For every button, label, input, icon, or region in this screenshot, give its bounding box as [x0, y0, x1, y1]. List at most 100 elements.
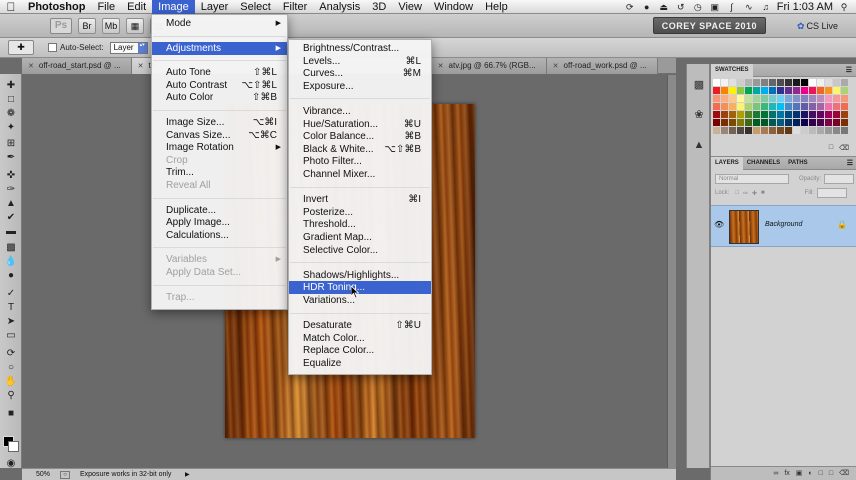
- swatch-color[interactable]: [841, 119, 848, 126]
- close-tab-icon[interactable]: ✕: [438, 63, 444, 70]
- display-icon[interactable]: ▣: [709, 2, 721, 12]
- layer-style-icon[interactable]: fx: [784, 467, 789, 480]
- swatch-color[interactable]: [753, 87, 760, 94]
- lock-position-icon[interactable]: ✚: [752, 190, 757, 197]
- swatch-color[interactable]: [737, 103, 744, 110]
- swatch-color[interactable]: [721, 87, 728, 94]
- shape-tool-icon[interactable]: ▭: [4, 330, 18, 342]
- 3d-rotate-tool-icon[interactable]: ⟳: [4, 348, 18, 360]
- swatch-color[interactable]: [761, 87, 768, 94]
- volume-icon[interactable]: ♫: [760, 2, 772, 12]
- swatch-color[interactable]: [785, 111, 792, 118]
- apple-menu-icon[interactable]: : [0, 0, 22, 14]
- swatch-color[interactable]: [817, 127, 824, 134]
- swatch-color[interactable]: [801, 87, 808, 94]
- swatch-color[interactable]: [713, 95, 720, 102]
- menu-item-duplicate[interactable]: Duplicate...: [152, 204, 287, 217]
- menu-item-selective-color[interactable]: Selective Color...: [289, 244, 431, 257]
- brush-presets-icon[interactable]: ❀: [692, 108, 706, 122]
- lock-pixels-icon[interactable]: ✑: [743, 190, 748, 197]
- swatch-color[interactable]: [801, 103, 808, 110]
- blur-tool-icon[interactable]: 💧: [4, 256, 18, 268]
- panel-menu-icon[interactable]: ☰: [846, 66, 852, 74]
- swatch-color[interactable]: [721, 79, 728, 86]
- swatch-color[interactable]: [769, 127, 776, 134]
- paw-icon[interactable]: ●: [641, 2, 653, 12]
- swatch-color[interactable]: [833, 119, 840, 126]
- menu-item-canvas-size[interactable]: Canvas Size... ⌥⌘C: [152, 129, 287, 142]
- swatch-color[interactable]: [777, 87, 784, 94]
- quick-mask-icon[interactable]: ◉: [4, 458, 18, 470]
- swatch-color[interactable]: [777, 95, 784, 102]
- healing-brush-tool-icon[interactable]: ✜: [4, 170, 18, 182]
- swatch-color[interactable]: [737, 127, 744, 134]
- blend-mode-dropdown[interactable]: Normal: [715, 174, 789, 184]
- swatch-color[interactable]: [817, 95, 824, 102]
- gradient-tool-icon[interactable]: ▩: [4, 242, 18, 254]
- swatch-color[interactable]: [721, 127, 728, 134]
- eject-icon[interactable]: ⏏: [658, 2, 670, 12]
- swatch-color[interactable]: [729, 111, 736, 118]
- swatch-color[interactable]: [769, 111, 776, 118]
- menu-edit[interactable]: Edit: [121, 0, 152, 14]
- swatch-color[interactable]: [761, 111, 768, 118]
- swatch-color[interactable]: [753, 127, 760, 134]
- swatch-color[interactable]: [825, 119, 832, 126]
- swatch-color[interactable]: [737, 87, 744, 94]
- panel-menu-icon[interactable]: ☰: [847, 159, 853, 167]
- menu-analysis[interactable]: Analysis: [313, 0, 366, 14]
- tab-channels[interactable]: CHANNELS: [743, 157, 784, 170]
- type-tool-icon[interactable]: T: [4, 302, 18, 314]
- swatch-color[interactable]: [817, 111, 824, 118]
- hand-tool-icon[interactable]: ✋: [4, 376, 18, 388]
- menu-item-gradient-map[interactable]: Gradient Map...: [289, 231, 431, 244]
- menu-file[interactable]: File: [91, 0, 121, 14]
- menu-item-exposure[interactable]: Exposure...: [289, 80, 431, 93]
- auto-select-checkbox[interactable]: [48, 43, 57, 52]
- menu-item-apply-image[interactable]: Apply Image...: [152, 216, 287, 229]
- wifi-icon[interactable]: ∿: [743, 2, 755, 12]
- dodge-tool-icon[interactable]: ●: [4, 270, 18, 282]
- swatch-color[interactable]: [801, 111, 808, 118]
- swatch-color[interactable]: [833, 103, 840, 110]
- swatch-color[interactable]: [761, 127, 768, 134]
- clock-icon[interactable]: ◷: [692, 2, 704, 12]
- menu-item-adjustments[interactable]: Adjustments ▶: [152, 41, 287, 55]
- new-swatch-icon[interactable]: □: [829, 144, 833, 156]
- swatch-color[interactable]: [713, 103, 720, 110]
- delete-layer-icon[interactable]: ⌫: [839, 467, 849, 480]
- swatch-color[interactable]: [785, 127, 792, 134]
- swatch-color[interactable]: [753, 111, 760, 118]
- lock-transparent-icon[interactable]: □: [735, 190, 739, 196]
- swatch-color[interactable]: [737, 95, 744, 102]
- swatch-color[interactable]: [753, 95, 760, 102]
- swatch-color[interactable]: [785, 87, 792, 94]
- fill-field[interactable]: [817, 188, 847, 198]
- brush-tool-icon[interactable]: ✑: [4, 184, 18, 196]
- lock-all-icon[interactable]: ■: [761, 190, 765, 196]
- menu-item-image-rotation[interactable]: Image Rotation ▶: [152, 141, 287, 154]
- swatch-color[interactable]: [745, 103, 752, 110]
- lasso-tool-icon[interactable]: ❁: [4, 108, 18, 120]
- layer-row-background[interactable]: 👁 Background 🔒: [711, 205, 856, 247]
- swatch-color[interactable]: [809, 87, 816, 94]
- swatch-color[interactable]: [769, 119, 776, 126]
- menu-item-auto-contrast[interactable]: Auto Contrast ⌥⇧⌘L: [152, 79, 287, 92]
- swatch-color[interactable]: [713, 119, 720, 126]
- swatch-color[interactable]: [809, 127, 816, 134]
- swatch-color[interactable]: [753, 119, 760, 126]
- swatch-color[interactable]: [721, 95, 728, 102]
- swatch-color[interactable]: [777, 79, 784, 86]
- menu-item-brightness-contrast[interactable]: Brightness/Contrast...: [289, 42, 431, 55]
- swatch-color[interactable]: [833, 111, 840, 118]
- swatch-color[interactable]: [761, 103, 768, 110]
- close-tab-icon[interactable]: ✕: [28, 63, 34, 70]
- swatch-color[interactable]: [833, 95, 840, 102]
- close-tab-icon[interactable]: ✕: [553, 63, 559, 70]
- swatch-color[interactable]: [729, 119, 736, 126]
- tab-paths[interactable]: PATHS: [784, 157, 811, 170]
- swatch-color[interactable]: [713, 111, 720, 118]
- menu-item-color-balance[interactable]: Color Balance... ⌘B: [289, 130, 431, 143]
- swatch-color[interactable]: [841, 79, 848, 86]
- swatch-color[interactable]: [825, 95, 832, 102]
